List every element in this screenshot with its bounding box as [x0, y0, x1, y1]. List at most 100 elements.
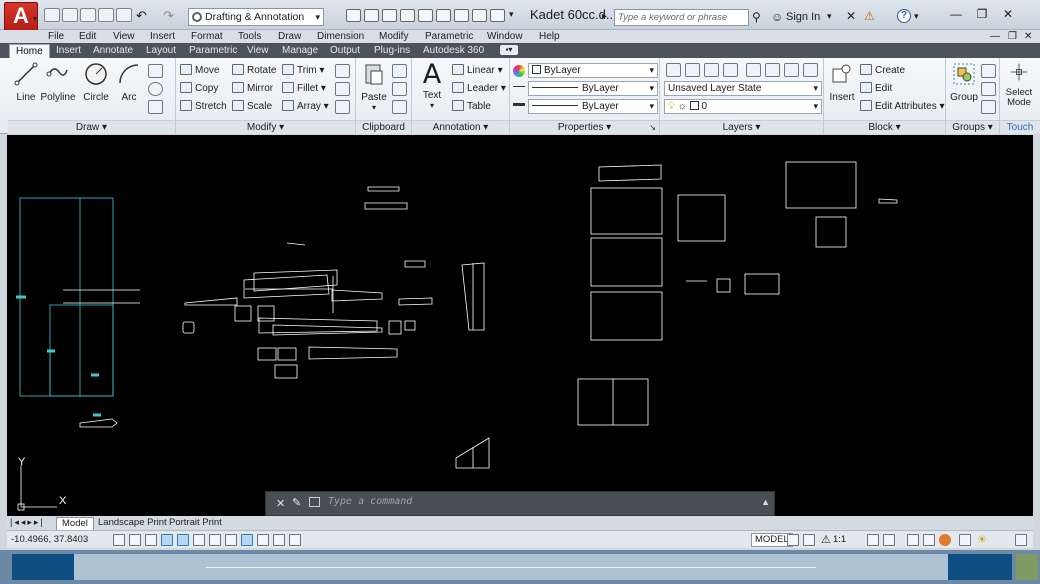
block-panel-title[interactable]: Block ▾ [824, 120, 945, 134]
trim-button[interactable]: Trim ▾ [282, 63, 324, 78]
layer-state-dropdown[interactable]: Unsaved Layer State [664, 81, 822, 96]
help-icon[interactable]: ? [897, 9, 911, 23]
tab-autodesk-360[interactable]: Autodesk 360 [417, 44, 490, 58]
edit-attributes-button[interactable]: Edit Attributes ▾ [860, 99, 945, 114]
paste-button[interactable]: Paste ▾ [360, 62, 388, 112]
measure-icon[interactable] [436, 9, 451, 22]
match-properties-clip-icon[interactable] [392, 100, 407, 114]
clean-screen-icon[interactable] [1015, 534, 1027, 546]
sheet-set-icon[interactable] [364, 9, 379, 22]
layer-previous-icon[interactable] [765, 63, 780, 77]
open-icon[interactable] [62, 8, 78, 22]
tab-insert[interactable]: Insert [50, 44, 87, 58]
subscription-icon[interactable]: ⚠ [864, 9, 875, 23]
table-button[interactable]: Table [452, 99, 491, 114]
layer-off-icon[interactable] [723, 63, 738, 77]
layer-match-icon[interactable] [746, 63, 761, 77]
color-dropdown[interactable]: ByLayer [528, 63, 658, 78]
line-button[interactable]: Line [12, 62, 40, 103]
command-history-icon[interactable]: ▲ [761, 497, 770, 507]
scale-button[interactable]: Scale [232, 99, 272, 114]
snap-icon[interactable] [129, 534, 141, 546]
menu-edit[interactable]: Edit [79, 30, 96, 43]
ducs-icon[interactable] [225, 534, 237, 546]
hardware-acceleration-icon[interactable] [959, 534, 971, 546]
layout-nav-arrows-icon[interactable]: |◂◂▸▸| [10, 517, 45, 528]
array-button[interactable]: Array ▾ [282, 99, 329, 114]
transparency-icon[interactable] [273, 534, 285, 546]
otrack-icon[interactable] [209, 534, 221, 546]
design-center-icon[interactable] [382, 9, 397, 22]
group-edit-icon[interactable] [981, 82, 996, 96]
restore-button[interactable]: ❐ [970, 6, 994, 24]
groups-panel-title[interactable]: Groups ▾ [946, 120, 999, 134]
annotation-visibility-icon[interactable] [867, 534, 879, 546]
tab-portrait-print[interactable]: Portrait Print [164, 517, 227, 530]
layer-lock-icon[interactable] [803, 63, 818, 77]
layer-freeze-icon[interactable] [704, 63, 719, 77]
move-button[interactable]: Move [180, 63, 219, 78]
drawing-area[interactable]: Y X [7, 135, 1033, 516]
layer-dropdown[interactable]: 💡︎ ☼ 0 [664, 99, 822, 114]
close-button[interactable]: ✕ [996, 6, 1020, 24]
select-mode-button[interactable]: Select Mode [1002, 62, 1036, 108]
linetype-dropdown[interactable]: ByLayer [528, 81, 658, 96]
taskbar-tray-area[interactable] [948, 554, 1012, 580]
insert-button[interactable]: Insert [828, 62, 856, 103]
binoculars-icon[interactable]: ⚲ [752, 10, 761, 24]
undo-icon[interactable]: ↶ [136, 8, 147, 24]
tab-view[interactable]: View [241, 44, 275, 58]
cyan-frame-drawing[interactable] [19, 197, 114, 397]
grid-icon[interactable] [145, 534, 157, 546]
drawing-close-icon[interactable]: ✕ [1024, 30, 1032, 43]
stretch-button[interactable]: Stretch [180, 99, 227, 114]
redo-icon[interactable]: ↷ [163, 8, 174, 24]
clean-screen-bulb-icon[interactable]: ☀ [977, 533, 987, 546]
minimize-button[interactable]: — [944, 6, 968, 24]
mirror-button[interactable]: Mirror [232, 81, 273, 96]
rectangle-icon[interactable] [148, 64, 163, 78]
lineweight-toggle-icon[interactable] [257, 534, 269, 546]
lineweight-dropdown[interactable]: ByLayer [528, 99, 658, 114]
tab-parametric[interactable]: Parametric [183, 44, 243, 58]
ortho-icon[interactable] [161, 534, 173, 546]
tab-manage[interactable]: Manage [276, 44, 324, 58]
polyline-button[interactable]: Polyline [38, 62, 78, 103]
rotate-button[interactable]: Rotate [232, 63, 276, 78]
workspace-switch-icon[interactable] [907, 534, 919, 546]
copy-button[interactable]: Copy [180, 81, 218, 96]
save-icon[interactable] [80, 8, 96, 22]
annotation-panel-title[interactable]: Annotation ▾ [412, 120, 509, 134]
tab-layout[interactable]: Layout [140, 44, 182, 58]
quick-properties-icon[interactable] [289, 534, 301, 546]
ungroup-icon[interactable] [981, 64, 996, 78]
menu-help[interactable]: Help [539, 30, 560, 43]
coordinate-readout[interactable]: -10.4966, 37.8403 [11, 534, 88, 545]
quick-view-layouts-icon[interactable] [787, 534, 799, 546]
isolate-objects-icon[interactable] [939, 534, 951, 546]
drawing-minimize-icon[interactable]: — [990, 30, 1000, 43]
plot-icon[interactable] [116, 8, 132, 22]
tab-model[interactable]: Model [56, 517, 94, 530]
menu-insert[interactable]: Insert [150, 30, 175, 43]
group-button[interactable]: Group [949, 62, 979, 103]
rib-sheet-parts[interactable] [577, 161, 898, 426]
group-selection-icon[interactable] [981, 100, 996, 114]
annotation-scale-value[interactable]: 1:1 [833, 534, 846, 545]
copy-clip-icon[interactable] [392, 82, 407, 96]
help-dropdown-icon[interactable]: ▾ [914, 11, 919, 22]
menu-format[interactable]: Format [191, 30, 223, 43]
cut-icon[interactable] [392, 64, 407, 78]
new-icon[interactable] [44, 8, 60, 22]
wrench-icon[interactable]: ✎ [292, 496, 301, 509]
title-overflow-icon[interactable]: ▸ [602, 11, 607, 22]
panel-launcher-icon[interactable]: ↘ [649, 121, 656, 134]
osnap-icon[interactable] [193, 534, 205, 546]
fillet-button[interactable]: Fillet ▾ [282, 81, 326, 96]
workspace-switcher[interactable]: Drafting & Annotation ▾ [188, 8, 324, 26]
menu-tools[interactable]: Tools [238, 30, 261, 43]
layers-panel-title[interactable]: Layers ▾ [660, 120, 823, 134]
linear-button[interactable]: Linear ▾ [452, 63, 503, 78]
annotation-scale-icon[interactable]: ⚠ [821, 533, 831, 546]
print-icon[interactable] [490, 9, 505, 22]
